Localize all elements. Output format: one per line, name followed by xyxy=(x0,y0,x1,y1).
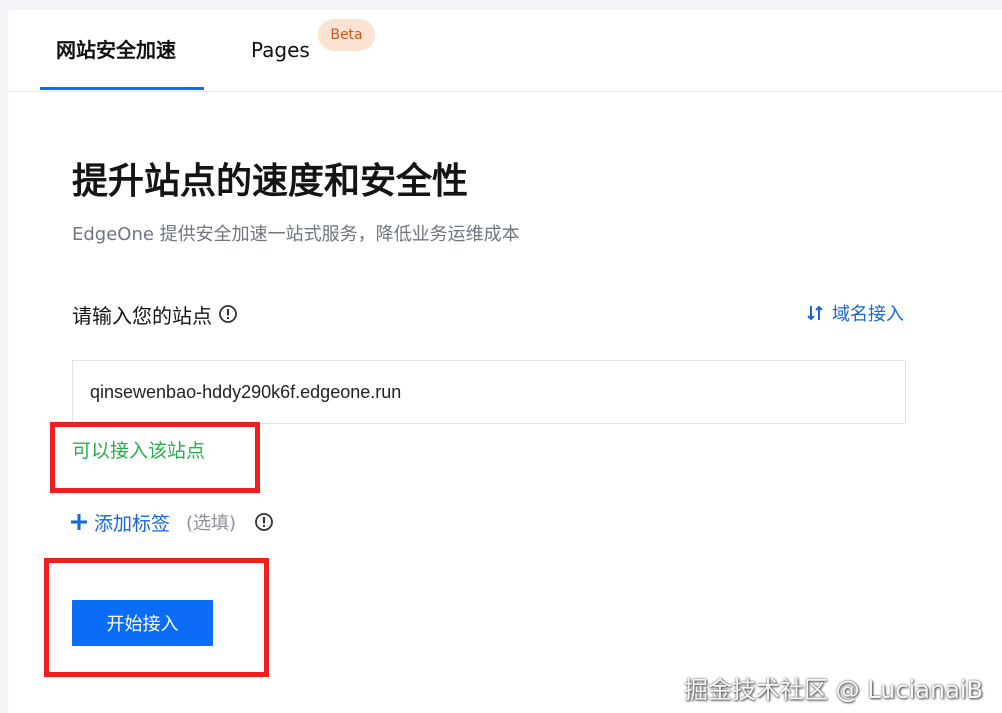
add-tag-label: 添加标签 xyxy=(94,512,171,535)
tab-site-security-acceleration[interactable]: 网站安全加速 xyxy=(56,36,176,64)
page-subtitle: EdgeOne 提供安全加速一站式服务，降低业务运维成本 xyxy=(72,224,520,245)
highlight-box-status xyxy=(50,422,260,493)
info-circle-icon[interactable] xyxy=(218,304,238,324)
add-tag-row: 添加标签 (选填) xyxy=(70,507,274,537)
optional-hint: (选填) xyxy=(186,513,237,534)
info-circle-icon[interactable] xyxy=(254,512,274,532)
site-input-label: 请输入您的站点 xyxy=(72,303,212,328)
domain-access-label: 域名接入 xyxy=(832,304,904,325)
active-tab-indicator xyxy=(40,87,204,90)
beta-badge: Beta xyxy=(318,19,375,51)
add-tag-button[interactable]: 添加标签 xyxy=(70,509,170,536)
watermark: 掘金技术社区 @ LucianaiB xyxy=(684,676,984,704)
site-input[interactable] xyxy=(72,360,906,424)
domain-access-switch-link[interactable]: 域名接入 xyxy=(806,298,904,328)
highlight-box-start-button xyxy=(44,558,269,677)
plus-icon xyxy=(71,514,87,530)
swap-arrows-icon xyxy=(807,305,823,321)
tab-pages[interactable]: Pages xyxy=(251,36,310,64)
page-title: 提升站点的速度和安全性 xyxy=(72,161,469,202)
main-card: 网站安全加速 Pages Beta 提升站点的速度和安全性 EdgeOne 提供… xyxy=(8,10,1002,713)
tab-bar: 网站安全加速 Pages Beta xyxy=(8,10,1002,92)
site-label-row: 请输入您的站点 xyxy=(72,299,238,329)
